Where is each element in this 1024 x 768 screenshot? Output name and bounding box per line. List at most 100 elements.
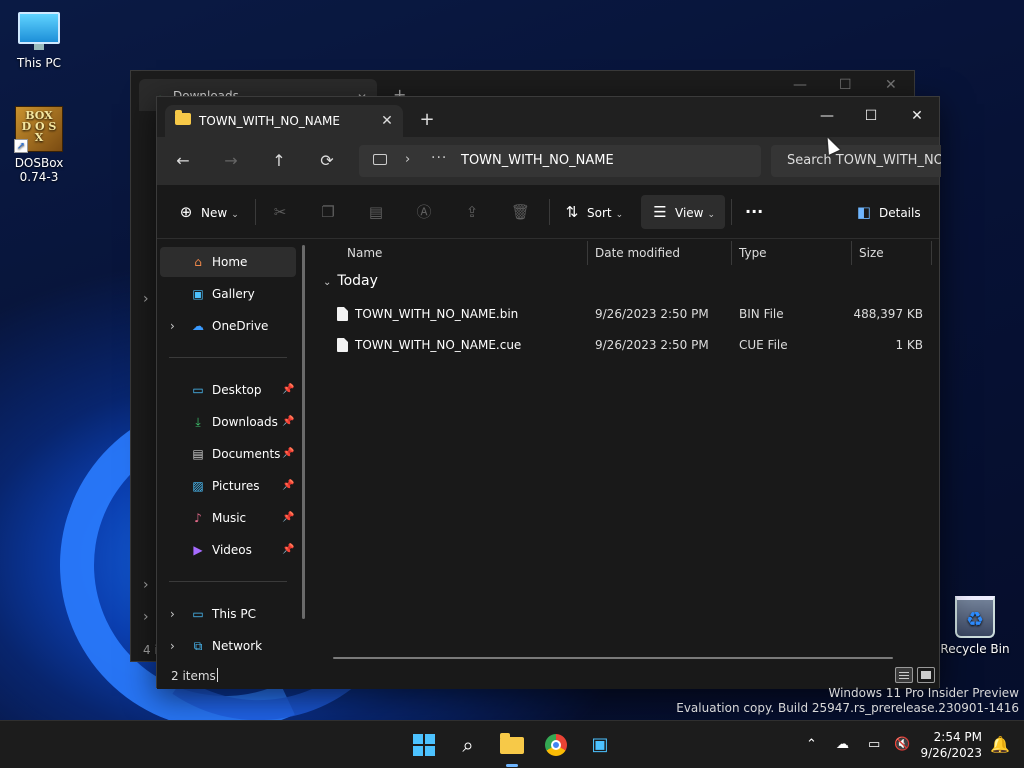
chevron-right-icon[interactable]: › xyxy=(143,609,149,625)
close-button[interactable]: ✕ xyxy=(895,101,939,131)
tab-town-with-no-name[interactable]: TOWN_WITH_NO_NAME ✕ xyxy=(165,105,403,137)
column-divider[interactable] xyxy=(851,241,852,265)
sort-button[interactable]: ⇅ Sort ⌄ xyxy=(563,200,623,224)
pin-icon: 📌 xyxy=(282,448,295,459)
file-size: 1 KB xyxy=(895,338,923,352)
column-header-size[interactable]: Size xyxy=(859,239,884,267)
new-tab-button[interactable]: + xyxy=(415,109,439,133)
sidebar-item-network[interactable]: › ⧉ Network xyxy=(160,631,296,661)
chevron-right-icon: › xyxy=(170,607,175,621)
navigation-bar: ← → ↑ ⟳ › ··· TOWN_WITH_NO_NAME Search T… xyxy=(157,137,941,185)
see-more-button[interactable]: ··· xyxy=(745,200,763,224)
tab-label: TOWN_WITH_NO_NAME xyxy=(199,114,340,128)
sidebar-item-videos[interactable]: ▶ Videos 📌 xyxy=(160,535,296,565)
trash-icon: 🗑 xyxy=(511,203,531,221)
details-view-button[interactable] xyxy=(895,667,913,683)
copy-icon: ❐ xyxy=(321,203,335,221)
cut-button[interactable]: ✂ xyxy=(271,200,295,224)
column-header-date-modified[interactable]: Date modified xyxy=(595,239,680,267)
share-button[interactable]: ⇪ xyxy=(463,200,487,224)
desktop-icon-label: 0.74-3 xyxy=(19,170,59,184)
column-divider[interactable] xyxy=(587,241,588,265)
network-tray-icon[interactable]: ▭ xyxy=(868,737,880,752)
taskbar-chrome[interactable] xyxy=(540,729,572,761)
paste-icon: ▤ xyxy=(368,203,384,221)
column-header-type[interactable]: Type xyxy=(739,239,767,267)
desktop-icon: ▭ xyxy=(192,383,204,397)
delete-button[interactable]: 🗑 xyxy=(511,200,535,224)
this-pc-icon[interactable] xyxy=(373,154,387,165)
desktop-icon-recycle-bin[interactable]: ♻ Recycle Bin xyxy=(937,596,1013,656)
desktop-icon-dosbox[interactable]: BOX D O S X ↗ DOSBox 0.74-3 xyxy=(1,106,77,184)
back-button[interactable]: ← xyxy=(169,149,197,173)
sidebar-item-downloads[interactable]: ⤓ Downloads 📌 xyxy=(160,407,296,437)
file-row[interactable]: TOWN_WITH_NO_NAME.cue 9/26/2023 2:50 PM … xyxy=(323,330,933,360)
sidebar-item-home[interactable]: ⌂ Home xyxy=(160,247,296,277)
breadcrumb-current[interactable]: TOWN_WITH_NO_NAME xyxy=(461,153,614,168)
file-type: BIN File xyxy=(739,307,784,321)
sidebar-item-music[interactable]: ♪ Music 📌 xyxy=(160,503,296,533)
sidebar-item-onedrive[interactable]: › ☁ OneDrive xyxy=(160,311,296,341)
item-count: 2 items xyxy=(171,669,216,683)
taskbar-file-explorer[interactable] xyxy=(496,729,528,767)
forward-button[interactable]: → xyxy=(217,149,245,173)
sidebar-divider xyxy=(169,581,287,582)
refresh-button[interactable]: ⟳ xyxy=(313,149,341,173)
taskbar: ⌕ ▣ ⌃ ☁ ▭ 🔇 2:54 PM 9/26/2023 🔔 xyxy=(0,720,1024,768)
search-button[interactable]: ⌕ xyxy=(452,729,484,761)
sidebar-scrollbar[interactable] xyxy=(302,245,305,619)
recycle-bin-icon: ♻ xyxy=(955,596,995,638)
up-button[interactable]: ↑ xyxy=(265,149,293,173)
file-date: 9/26/2023 2:50 PM xyxy=(595,338,709,352)
column-header-name[interactable]: Name xyxy=(347,239,382,267)
paste-button[interactable]: ▤ xyxy=(367,200,391,224)
sidebar-item-gallery[interactable]: ▣ Gallery xyxy=(160,279,296,309)
view-list-icon: ☰ xyxy=(653,203,667,221)
new-button[interactable]: ⊕ New ⌄ xyxy=(177,200,239,224)
divider xyxy=(731,199,732,225)
breadcrumb-overflow[interactable]: ··· xyxy=(431,150,447,166)
file-size: 488,397 KB xyxy=(853,307,923,321)
plus-circle-icon: ⊕ xyxy=(179,203,193,221)
breadcrumb-separator[interactable]: › xyxy=(405,152,410,167)
column-divider[interactable] xyxy=(931,241,932,265)
view-button[interactable]: ☰ View ⌄ xyxy=(651,200,715,224)
sidebar-item-documents[interactable]: ▤ Documents 📌 xyxy=(160,439,296,469)
close-button[interactable]: ✕ xyxy=(885,77,897,93)
search-input[interactable]: Search TOWN_WITH_NO_NAME xyxy=(771,145,941,177)
maximize-button[interactable]: ☐ xyxy=(849,101,893,131)
videos-icon: ▶ xyxy=(193,543,203,557)
details-pane-button[interactable]: ◧ Details xyxy=(855,200,921,224)
file-explorer-window[interactable]: TOWN_WITH_NO_NAME ✕ + — ☐ ✕ ← → ↑ ⟳ › ··… xyxy=(156,96,941,689)
chevron-right-icon[interactable]: › xyxy=(143,577,149,593)
taskbar-dosbox-setup[interactable]: ▣ xyxy=(584,729,616,761)
file-row[interactable]: TOWN_WITH_NO_NAME.bin 9/26/2023 2:50 PM … xyxy=(323,299,933,329)
sidebar-item-pictures[interactable]: ▨ Pictures 📌 xyxy=(160,471,296,501)
close-tab-icon[interactable]: ✕ xyxy=(377,111,397,131)
notification-bell-icon[interactable]: 🔔 xyxy=(990,735,1010,754)
address-bar[interactable]: › ··· TOWN_WITH_NO_NAME xyxy=(359,145,761,177)
group-header-today[interactable]: ⌄ Today xyxy=(323,273,378,289)
maximize-button[interactable]: ☐ xyxy=(839,77,852,93)
minimize-button[interactable]: — xyxy=(805,101,849,131)
large-icons-view-button[interactable] xyxy=(917,667,935,683)
onedrive-tray-icon[interactable]: ☁ xyxy=(836,737,849,752)
cut-icon: ✂ xyxy=(273,203,287,221)
pin-icon: 📌 xyxy=(282,416,295,427)
title-bar[interactable]: TOWN_WITH_NO_NAME ✕ + — ☐ ✕ xyxy=(157,97,939,137)
column-divider[interactable] xyxy=(731,241,732,265)
show-hidden-icons-button[interactable]: ⌃ xyxy=(806,737,817,752)
pin-icon: 📌 xyxy=(282,544,295,555)
volume-muted-icon[interactable]: 🔇 xyxy=(894,737,910,752)
copy-button[interactable]: ❐ xyxy=(319,200,343,224)
minimize-button[interactable]: — xyxy=(793,77,807,93)
horizontal-scrollbar[interactable] xyxy=(333,657,893,659)
chevron-right-icon[interactable]: › xyxy=(143,291,149,307)
desktop-icon-this-pc[interactable]: This PC xyxy=(1,12,77,70)
sidebar-item-this-pc[interactable]: › ▭ This PC xyxy=(160,599,296,629)
sidebar-item-desktop[interactable]: ▭ Desktop 📌 xyxy=(160,375,296,405)
rename-button[interactable]: Ⓐ xyxy=(415,200,439,224)
clock[interactable]: 2:54 PM 9/26/2023 xyxy=(920,729,982,761)
search-icon: ⌕ xyxy=(462,733,474,757)
start-button[interactable] xyxy=(408,729,440,761)
